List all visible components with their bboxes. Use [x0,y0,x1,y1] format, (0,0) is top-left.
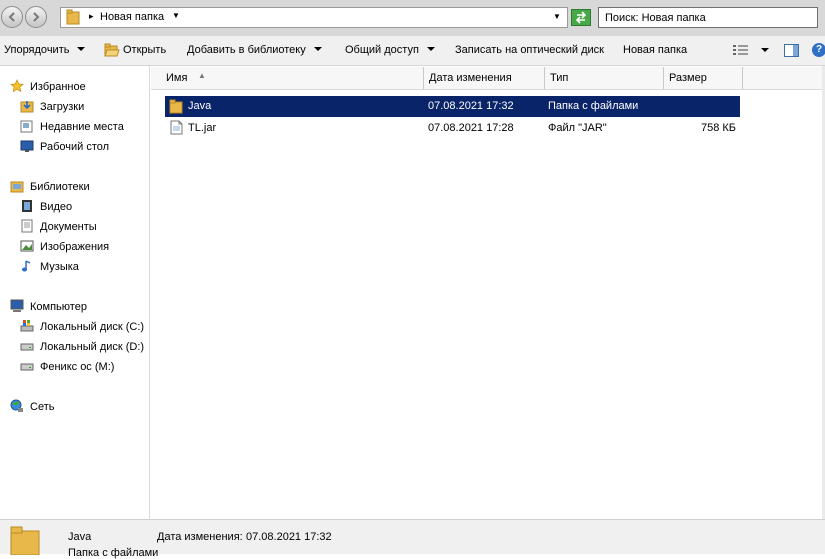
nav-label: Документы [40,221,97,233]
recent-places-icon [20,120,33,133]
view-dropdown-button[interactable] [759,45,769,57]
open-folder-icon [104,43,120,57]
organize-label: Упорядочить [4,44,70,56]
column-label: Имя [166,72,188,84]
file-row-java[interactable]: Java 07.08.2021 17:32 Папка с файлами [165,96,740,117]
refresh-icon [575,11,587,24]
nav-label: Компьютер [30,301,87,313]
chevron-down-icon [313,47,322,51]
breadcrumb-current[interactable]: Новая папка [100,11,164,23]
nav-label: Библиотеки [30,181,90,193]
address-breadcrumb[interactable]: ▸ Новая папка ▼ ▼ [60,7,568,28]
back-arrow-icon [8,12,15,22]
preview-pane-button[interactable] [784,44,799,57]
nav-label: Избранное [30,81,86,93]
nav-label: Локальный диск (C:) [40,321,145,333]
nav-label: Изображения [40,241,110,253]
nav-label: Недавние места [40,121,124,133]
details-type: Папка с файлами [68,547,159,559]
network-icon [10,399,23,412]
nav-label: Видео [40,201,73,213]
search-input[interactable]: Поиск: Новая папка [598,7,818,28]
add-to-library-label: Добавить в библиотеку [187,44,306,56]
file-date: 07.08.2021 17:28 [428,122,514,134]
system-drive-icon [20,320,34,332]
nav-label: Локальный диск (D:) [40,341,145,353]
breadcrumb-dropdown-icon[interactable]: ▼ [172,11,180,20]
search-placeholder: Поиск: Новая папка [605,12,706,24]
documents-icon [21,219,33,233]
nav-label: Сеть [30,401,55,413]
navigation-pane: Избранное Загрузки Недавние места Рабочи… [0,66,150,519]
details-name: Java [68,531,92,543]
nav-label: Загрузки [40,101,85,113]
details-view-icon [733,45,748,55]
column-name-header[interactable]: Имя ▲ [160,67,424,89]
details-pane: Java Папка с файлами Дата изменения: 07.… [0,519,825,559]
view-options-button[interactable] [733,44,749,59]
open-label: Открыть [123,44,167,56]
star-icon [10,79,24,93]
column-label: Размер [669,72,707,84]
music-icon [22,260,31,272]
file-date: 07.08.2021 17:32 [428,100,514,112]
file-name: TL.jar [188,122,217,134]
address-history-dropdown-icon[interactable]: ▼ [553,12,561,21]
nav-label: Рабочий стол [40,141,110,153]
computer-icon [10,299,24,312]
nav-label: Феникс ос (M:) [40,361,115,373]
new-folder-button[interactable]: Новая папка [623,44,687,56]
column-headers: Имя ▲ Дата изменения Тип Размер [151,67,825,90]
drive-icon [20,343,34,351]
sort-up-icon: ▲ [198,71,206,80]
details-date-value: 07.08.2021 17:32 [246,531,332,543]
burn-label: Записать на оптический диск [455,44,604,56]
file-size: 758 КБ [700,122,736,134]
column-date-header[interactable]: Дата изменения [423,67,545,89]
details-date-label: Дата изменения: [157,531,243,543]
address-bar: ▸ Новая папка ▼ ▼ Поиск: Новая папка [0,0,825,36]
column-label: Тип [550,72,569,84]
file-icon [170,120,183,135]
file-type: Папка с файлами [548,100,639,112]
organize-button[interactable]: Упорядочить [4,44,86,56]
desktop-icon [20,140,34,152]
video-icon [22,200,32,212]
new-folder-label: Новая папка [623,44,688,56]
file-row-tl-jar[interactable]: TL.jar 07.08.2021 17:28 Файл "JAR" 758 К… [165,118,740,139]
downloads-folder-icon [20,101,34,113]
libraries-icon [10,181,24,193]
forward-button[interactable] [25,6,47,28]
add-to-library-button[interactable]: Добавить в библиотеку [187,44,322,56]
forward-arrow-icon [33,12,40,22]
large-folder-icon [10,526,40,555]
share-label: Общий доступ [345,44,419,56]
column-size-header[interactable]: Размер [663,67,743,89]
drive-icon [20,363,34,371]
nav-label: Музыка [40,261,79,273]
command-toolbar: Упорядочить Открыть Добавить в библиотек… [0,36,825,66]
folder-icon [169,99,183,114]
preview-pane-icon [793,45,798,56]
chevron-down-icon [77,47,86,51]
file-type: Файл "JAR" [548,122,607,134]
chevron-down-icon [426,47,435,51]
back-button[interactable] [1,6,23,28]
breadcrumb-separator-icon[interactable]: ▸ [89,11,94,22]
images-icon [20,240,34,252]
file-name: Java [188,100,212,112]
folder-icon [66,9,80,25]
chevron-down-icon [761,48,769,52]
column-type-header[interactable]: Тип [544,67,664,89]
column-label: Дата изменения [429,72,512,84]
help-icon[interactable]: ? [812,43,825,57]
burn-button[interactable]: Записать на оптический диск [455,44,604,56]
share-button[interactable]: Общий доступ [345,44,435,56]
refresh-button[interactable] [571,9,591,26]
